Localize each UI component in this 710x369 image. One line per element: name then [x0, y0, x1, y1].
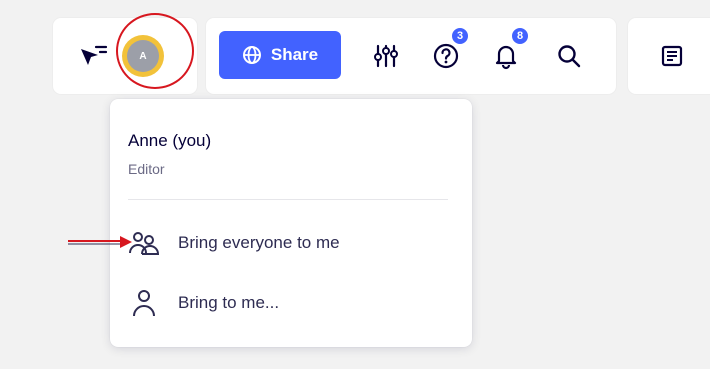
users-icon [129, 232, 160, 255]
main-toolbar: Share 3 8 [206, 18, 616, 94]
avatar: A [122, 35, 164, 77]
bell-icon [495, 45, 517, 70]
share-button[interactable]: Share [219, 31, 341, 79]
menu-item-label: Bring everyone to me [178, 233, 340, 252]
cursor-icon [81, 45, 108, 65]
menu-item-bring-to-me[interactable]: Bring to me... [126, 281, 456, 325]
secondary-toolbar [628, 18, 710, 94]
cursor-tools-button[interactable] [73, 36, 113, 76]
notifications-button[interactable]: 8 [486, 26, 530, 76]
search-icon [558, 45, 581, 68]
avatar-initial: A [127, 40, 159, 72]
settings-button[interactable] [366, 36, 406, 76]
dropdown-divider [128, 199, 448, 200]
notes-button[interactable] [652, 36, 692, 76]
question-icon [433, 43, 459, 69]
sliders-icon [374, 44, 398, 68]
user-avatar-button[interactable]: A [117, 30, 169, 82]
search-button[interactable] [549, 36, 589, 76]
collaboration-toolbar: A [53, 18, 197, 94]
help-badge: 3 [450, 26, 470, 46]
share-button-label: Share [270, 45, 319, 64]
menu-item-bring-everyone[interactable]: Bring everyone to me [126, 221, 456, 265]
notes-icon [661, 45, 683, 67]
help-button[interactable]: 3 [426, 26, 470, 76]
menu-item-label: Bring to me... [178, 293, 280, 312]
user-name: Anne (you) [128, 131, 212, 150]
notifications-badge: 8 [510, 26, 530, 46]
user-role: Editor [128, 161, 165, 177]
globe-icon [242, 46, 261, 64]
user-icon [133, 290, 155, 317]
user-dropdown-menu: Anne (you) Editor Bring everyone to me B… [110, 99, 472, 347]
